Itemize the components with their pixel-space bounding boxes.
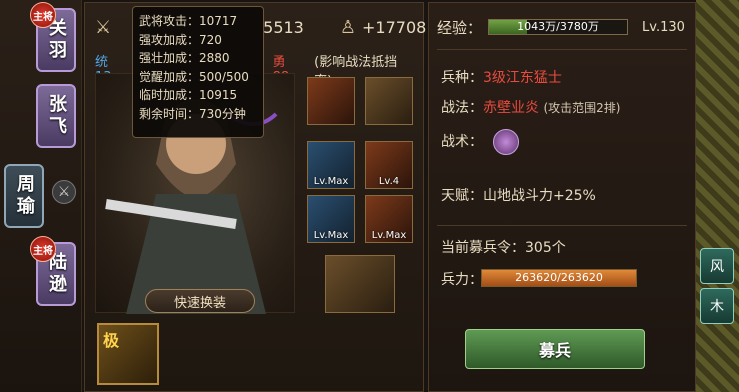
divider bbox=[437, 225, 687, 226]
talent-row: 天赋：山地战斗力+25% bbox=[441, 185, 596, 205]
recruit-button[interactable]: 募兵 bbox=[465, 329, 645, 369]
divider bbox=[437, 49, 687, 50]
side-button-1[interactable]: 木 bbox=[700, 288, 734, 324]
skill-icon[interactable] bbox=[493, 129, 520, 155]
equip-slot-4[interactable]: Lv.Max bbox=[307, 195, 355, 243]
swap-icon[interactable]: ⚔ bbox=[52, 180, 76, 204]
equip-slot-3[interactable]: Lv.4 bbox=[365, 141, 413, 189]
equip-slot-1[interactable] bbox=[365, 77, 413, 125]
recruit-button-label: 募兵 bbox=[538, 341, 571, 360]
attack-tooltip: 武将攻击：10717 强攻加成：720 强壮加成：2880 觉醒加成：500/5… bbox=[132, 6, 264, 138]
sword-icon: ⚔ bbox=[95, 16, 112, 38]
talent-label: 天赋： bbox=[441, 188, 483, 204]
troops-text: 263620/263620 bbox=[515, 271, 603, 284]
side-button-label: 风 bbox=[710, 259, 724, 275]
tooltip-line: 剩余时间：730分钟 bbox=[139, 106, 246, 121]
skill-row: 战术： bbox=[441, 129, 520, 155]
exp-text: 1043万/3780万 bbox=[517, 20, 599, 33]
tactic-label: 战法： bbox=[441, 100, 483, 116]
tooltip-line: 觉醒加成：500/500 bbox=[139, 69, 249, 84]
side-button-0[interactable]: 风 bbox=[700, 248, 734, 284]
exp-row: 经验： 1043万/3780万 Lv.130 bbox=[437, 11, 689, 43]
tooltip-line: 武将攻击：10717 bbox=[139, 14, 238, 28]
troops-row: 兵力： bbox=[441, 269, 483, 289]
main-badge: 主将 bbox=[30, 2, 56, 28]
level-label: Lv.130 bbox=[642, 19, 685, 35]
hero-tab-2[interactable]: 周瑜 bbox=[4, 164, 44, 228]
equip-level: Lv.4 bbox=[378, 176, 400, 187]
quick-swap-label: 快速换装 bbox=[173, 295, 226, 311]
hero-tab-1[interactable]: 张飞 bbox=[36, 84, 76, 148]
equip-slot-2[interactable]: Lv.Max bbox=[307, 141, 355, 189]
equip-level: Lv.Max bbox=[313, 230, 349, 241]
equip-slot-5[interactable]: Lv.Max bbox=[365, 195, 413, 243]
troop-type-row: 兵种：3级江东猛士 bbox=[441, 67, 562, 87]
troop-type-label: 兵种： bbox=[441, 70, 483, 86]
main-badge-label: 主将 bbox=[33, 11, 53, 23]
equip-level: Lv.Max bbox=[371, 230, 407, 241]
main-badge: 主将 bbox=[30, 236, 56, 262]
troops-label: 兵力： bbox=[441, 272, 483, 288]
equip-slot-0[interactable] bbox=[307, 77, 355, 125]
power-value: 5513 bbox=[263, 17, 304, 37]
equip-level: Lv.Max bbox=[313, 176, 349, 187]
person-icon: ♙ bbox=[339, 16, 356, 38]
hero-name: 张飞 bbox=[46, 94, 67, 138]
troops-bar: 263620/263620 bbox=[481, 269, 637, 287]
tooltip-line: 强壮加成：2880 bbox=[139, 51, 230, 65]
recruit-orders-value: 305个 bbox=[525, 240, 566, 256]
bonus-value: +17708 bbox=[362, 17, 427, 37]
info-panel: 经验： 1043万/3780万 Lv.130 兵种：3级江东猛士 战法：赤壁业炎… bbox=[428, 2, 696, 392]
skill-label: 战术： bbox=[441, 134, 483, 150]
equip-slot-mount[interactable] bbox=[325, 255, 395, 313]
recruit-orders-row: 当前募兵令：305个 bbox=[441, 237, 566, 257]
tactic-row: 战法：赤壁业炎 (攻击范围2排) bbox=[441, 97, 620, 117]
exp-label: 经验： bbox=[437, 18, 483, 37]
tactic-value: 赤壁业炎 bbox=[483, 100, 539, 116]
recruit-orders-label: 当前募兵令： bbox=[441, 240, 525, 256]
hero-name: 周瑜 bbox=[14, 174, 35, 218]
side-button-label: 木 bbox=[710, 299, 724, 315]
exp-bar: 1043万/3780万 bbox=[488, 19, 629, 35]
tooltip-line: 强攻加成：720 bbox=[139, 32, 222, 47]
hero-tabs: 关羽 主将 张飞 周瑜 ⚔ 陆逊 主将 bbox=[0, 0, 82, 392]
troop-type-value: 3级江东猛士 bbox=[483, 70, 562, 86]
quick-swap-button[interactable]: 快速换装 bbox=[145, 289, 255, 313]
tactic-range: (攻击范围2排) bbox=[543, 101, 621, 115]
tooltip-line: 临时加成：10915 bbox=[139, 88, 238, 102]
main-badge-label: 主将 bbox=[33, 245, 53, 257]
rank-token-label: 极 bbox=[103, 331, 120, 350]
talent-value: 山地战斗力+25% bbox=[483, 188, 596, 204]
map-background bbox=[696, 0, 739, 392]
rank-token[interactable]: 极 bbox=[97, 323, 159, 385]
